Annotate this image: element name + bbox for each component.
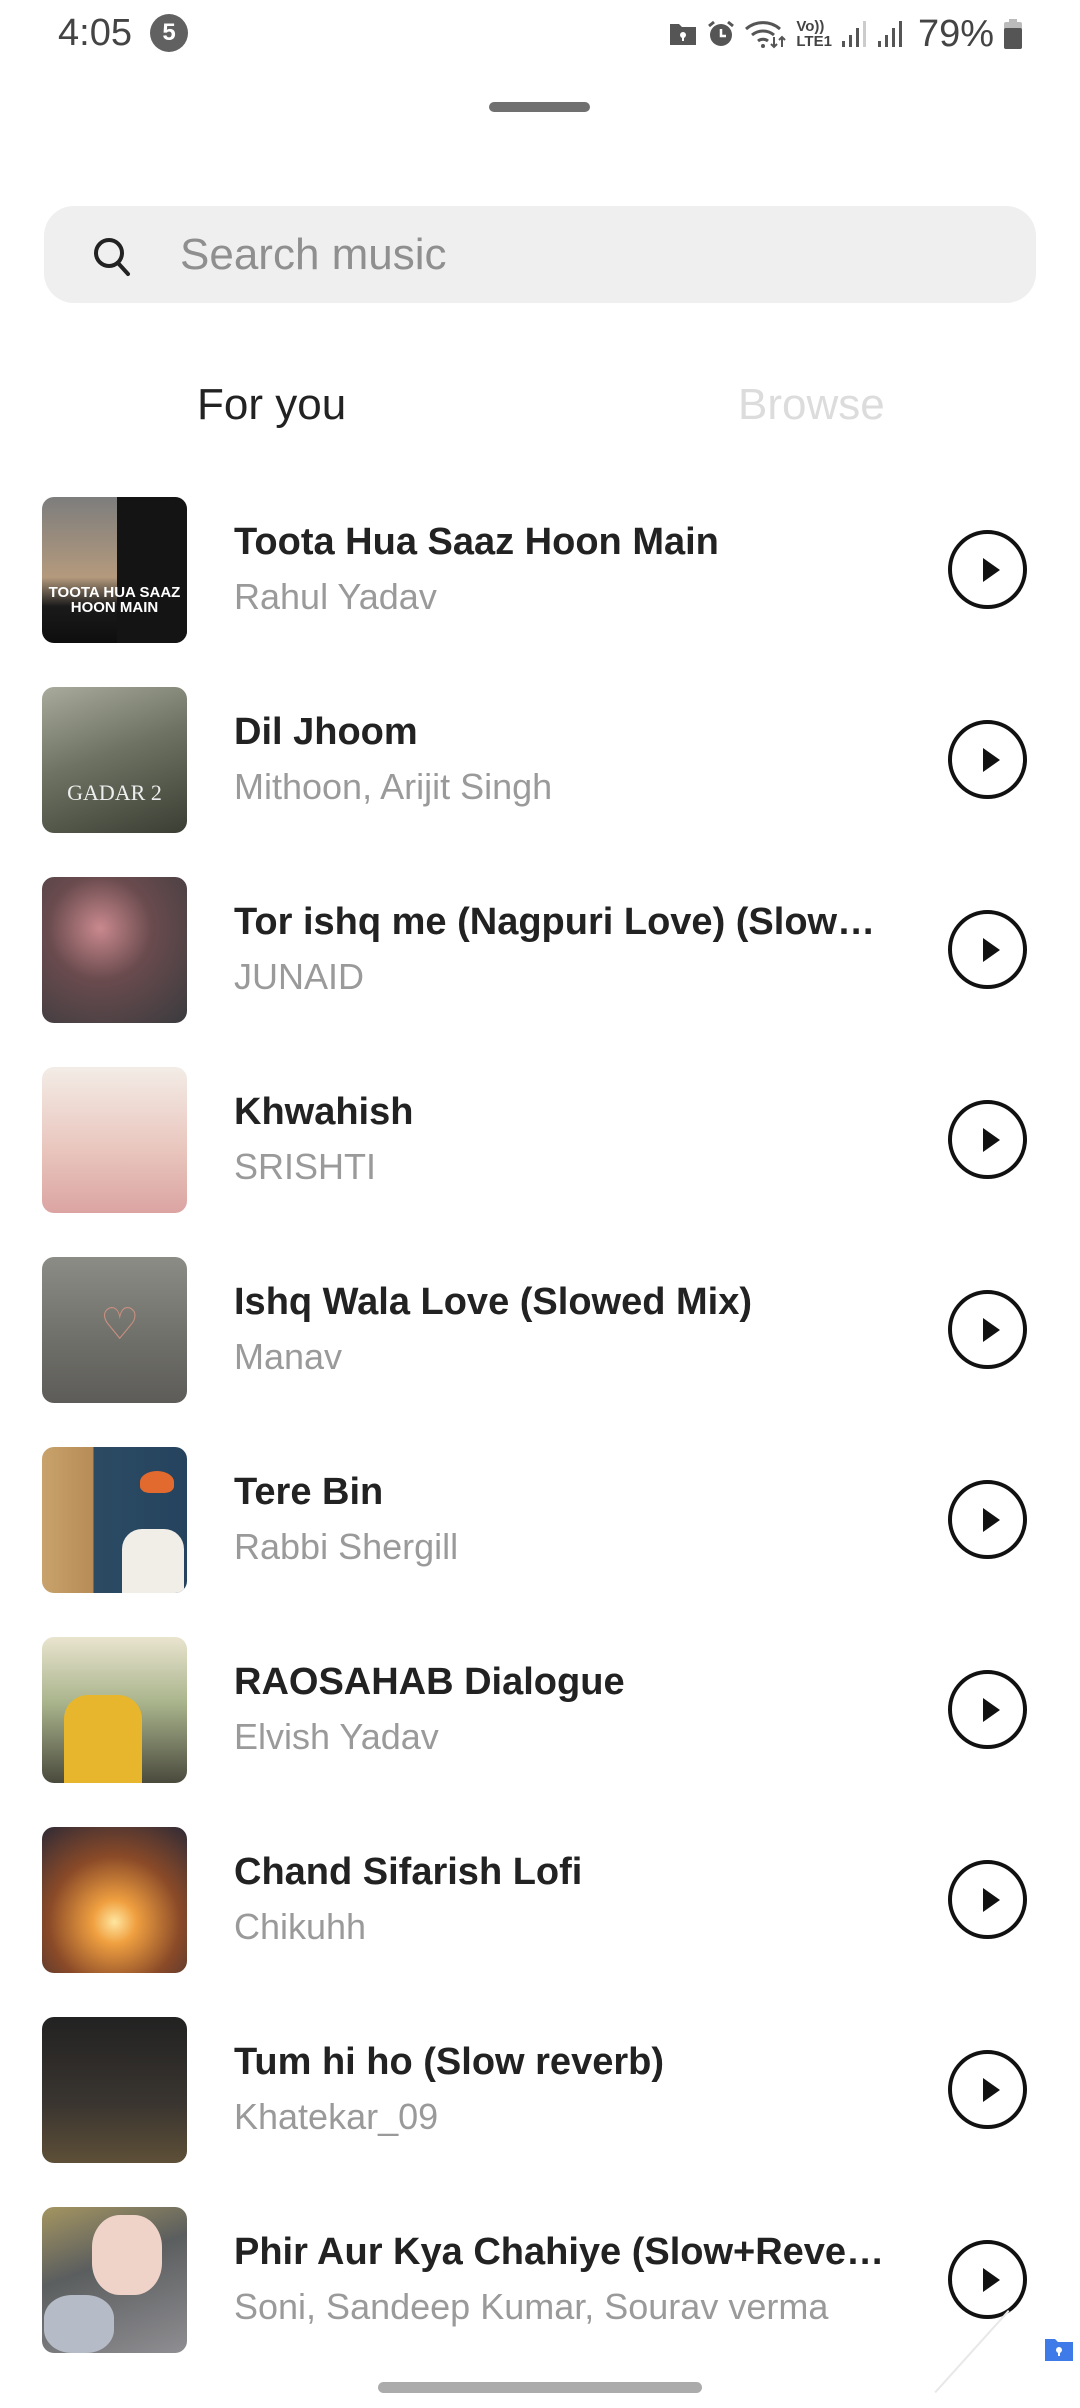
song-artist: Khatekar_09	[234, 2096, 439, 2137]
song-artist: Elvish Yadav	[234, 1716, 439, 1757]
album-art-shape	[117, 497, 187, 643]
song-row[interactable]: RAOSAHAB Dialogue Elvish Yadav	[0, 1637, 1080, 1783]
secure-folder-icon[interactable]	[1044, 2336, 1074, 2362]
play-icon	[983, 1318, 1000, 1342]
play-icon	[983, 1888, 1000, 1912]
album-art: TOOTA HUA SAAZ HOON MAIN	[42, 497, 187, 643]
song-row[interactable]: Khwahish SRISHTI	[0, 1067, 1080, 1213]
song-artist: Manav	[234, 1336, 343, 1377]
song-row[interactable]: Tor ishq me (Nagpuri Love) (Slowed + Rev…	[0, 877, 1080, 1023]
signal-sim2-icon	[877, 21, 902, 47]
song-row[interactable]: GADAR 2 Dil Jhoom Mithoon, Arijit Singh	[0, 687, 1080, 833]
play-icon	[983, 748, 1000, 772]
song-artist: Soni, Sandeep Kumar, Sourav verma	[234, 2286, 829, 2327]
album-art-text: GADAR 2	[67, 780, 162, 805]
lte1-label: LTE1	[796, 33, 832, 50]
song-artist: Rabbi Shergill	[234, 1526, 459, 1567]
album-art: ♡	[42, 1257, 187, 1403]
album-art-text: TOOTA HUA SAAZ HOON MAIN	[48, 584, 181, 616]
album-art	[42, 1447, 187, 1593]
volte-label: Vo))	[796, 18, 825, 35]
song-artist: SRISHTI	[234, 1146, 377, 1187]
tab-for-you[interactable]: For you	[197, 380, 346, 430]
search-icon	[94, 238, 130, 276]
album-art-shape	[122, 1529, 184, 1593]
song-artist: Chikuhh	[234, 1906, 367, 1947]
song-row[interactable]: TOOTA HUA SAAZ HOON MAIN Toota Hua Saaz …	[0, 497, 1080, 643]
play-icon	[983, 2268, 1000, 2292]
song-row[interactable]: Chand Sifarish Lofi Chikuhh	[0, 1827, 1080, 1973]
song-artist: Rahul Yadav	[234, 576, 437, 617]
play-icon	[983, 938, 1000, 962]
play-icon	[983, 1698, 1000, 1722]
song-row[interactable]: Tum hi ho (Slow reverb) Khatekar_09	[0, 2017, 1080, 2163]
play-button[interactable]	[948, 2050, 1027, 2129]
search-input[interactable]	[180, 220, 1000, 290]
battery-percent: 79%	[917, 12, 994, 55]
song-title: Ishq Wala Love (Slowed Mix)	[234, 1281, 752, 1323]
status-time: 4:05	[58, 12, 132, 54]
album-art: GADAR 2	[42, 687, 187, 833]
album-art	[42, 877, 187, 1023]
song-title: Khwahish	[234, 1091, 414, 1133]
album-art	[42, 2207, 187, 2353]
notification-count-badge: 5	[150, 14, 188, 52]
album-art	[42, 1827, 187, 1973]
song-title: Tere Bin	[234, 1471, 384, 1513]
play-button[interactable]	[948, 1100, 1027, 1179]
play-button[interactable]	[948, 1670, 1027, 1749]
play-button[interactable]	[948, 2240, 1027, 2319]
play-button[interactable]	[948, 910, 1027, 989]
tab-browse[interactable]: Browse	[738, 380, 885, 430]
play-icon	[983, 1128, 1000, 1152]
sheet-drag-handle[interactable]	[489, 102, 590, 112]
song-row[interactable]: ♡ Ishq Wala Love (Slowed Mix) Manav	[0, 1257, 1080, 1403]
song-row[interactable]: Tere Bin Rabbi Shergill	[0, 1447, 1080, 1593]
play-button[interactable]	[948, 1480, 1027, 1559]
song-artist: Mithoon, Arijit Singh	[234, 766, 553, 807]
album-art-shape	[92, 2215, 162, 2295]
play-button[interactable]	[948, 720, 1027, 799]
play-icon	[983, 1508, 1000, 1532]
album-art	[42, 2017, 187, 2163]
song-title: Tor ishq me (Nagpuri Love) (Slowed + Rev…	[234, 901, 894, 943]
song-title: Toota Hua Saaz Hoon Main	[234, 521, 719, 563]
volte-lte1-icon: Vo)) LTE1	[796, 19, 832, 49]
song-artist: JUNAID	[234, 956, 365, 997]
signal-sim1-icon	[841, 21, 866, 47]
play-icon	[983, 558, 1000, 582]
wifi-icon	[745, 21, 787, 49]
play-button[interactable]	[948, 1860, 1027, 1939]
play-icon	[983, 2078, 1000, 2102]
secure-folder-icon	[670, 24, 697, 45]
song-title: Dil Jhoom	[234, 711, 418, 753]
song-title: Tum hi ho (Slow reverb)	[234, 2041, 664, 2083]
album-art-shape	[64, 1695, 142, 1783]
album-art-shape	[140, 1471, 174, 1493]
song-row[interactable]: Phir Aur Kya Chahiye (Slow+Reverb) Soni,…	[0, 2207, 1080, 2353]
song-title: Chand Sifarish Lofi	[234, 1851, 583, 1893]
battery-icon	[1004, 19, 1022, 49]
heart-hands-icon: ♡	[100, 1300, 140, 1349]
play-button[interactable]	[948, 530, 1027, 609]
album-art	[42, 1637, 187, 1783]
song-title: RAOSAHAB Dialogue	[234, 1661, 625, 1703]
album-art	[42, 1067, 187, 1213]
gesture-navigation-bar[interactable]	[378, 2382, 702, 2393]
alarm-icon	[708, 20, 735, 46]
play-button[interactable]	[948, 1290, 1027, 1369]
song-title: Phir Aur Kya Chahiye (Slow+Reverb)	[234, 2231, 894, 2273]
status-bar: 4:05 5 Vo)) LTE1 79%	[0, 0, 1080, 70]
album-art-shape	[44, 2295, 114, 2353]
status-icons: Vo)) LTE1 79%	[668, 12, 1024, 55]
